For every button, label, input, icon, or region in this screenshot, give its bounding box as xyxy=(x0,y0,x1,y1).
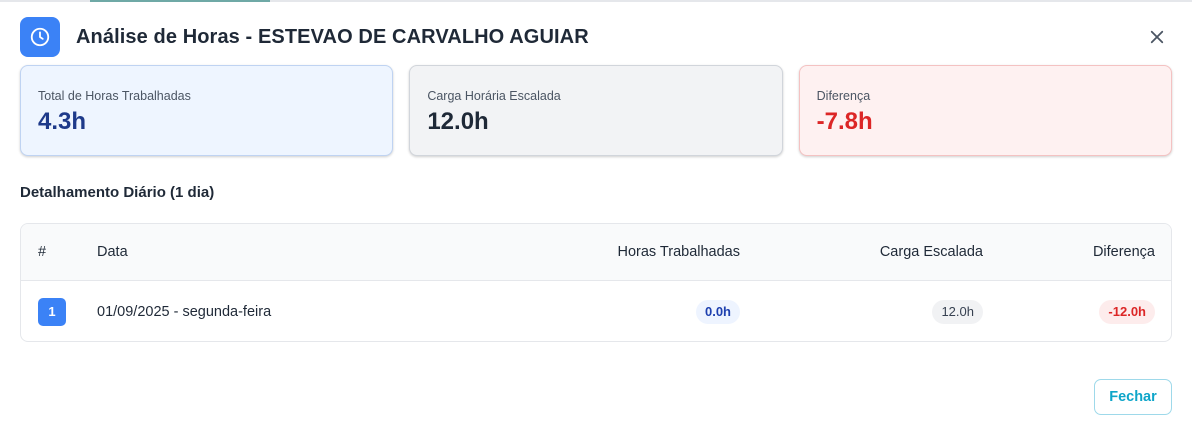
scheduled-hours-card: Carga Horária Escalada 12.0h xyxy=(409,65,783,156)
worked-hours-value: 4.3h xyxy=(38,108,87,135)
row-date: 01/09/2025 - segunda-feira xyxy=(97,303,272,320)
worked-hours-label: Total de Horas Trabalhadas xyxy=(38,89,191,103)
worked-hours-card: Total de Horas Trabalhadas 4.3h xyxy=(20,65,394,156)
table-header: # Data Horas Trabalhadas Carga Escalada … xyxy=(21,224,1171,281)
daily-detail-table: # Data Horas Trabalhadas Carga Escalada … xyxy=(20,223,1172,342)
modal-top-border xyxy=(0,0,1192,2)
close-button[interactable]: Fechar xyxy=(1094,379,1172,415)
row-worked-hours-badge: 0.0h xyxy=(695,299,740,324)
summary-cards: Total de Horas Trabalhadas 4.3h Carga Ho… xyxy=(20,65,1172,156)
table-row: 1 01/09/2025 - segunda-feira 0.0h 12.0h … xyxy=(21,281,1171,341)
row-difference-badge: -12.0h xyxy=(1099,299,1155,324)
close-icon[interactable] xyxy=(1144,24,1170,50)
clock-icon xyxy=(20,17,60,57)
row-number-badge: 1 xyxy=(38,297,66,326)
row-scheduled-hours-badge: 12.0h xyxy=(932,299,983,324)
modal-header: Análise de Horas - ESTEVAO DE CARVALHO A… xyxy=(20,17,1172,57)
difference-label: Diferença xyxy=(816,89,871,103)
difference-card: Diferença -7.8h xyxy=(798,65,1172,156)
difference-value: -7.8h xyxy=(816,108,873,135)
column-header-scheduled: Carga Escalada xyxy=(879,244,983,260)
scheduled-hours-label: Carga Horária Escalada xyxy=(427,89,561,103)
column-header-number: # xyxy=(38,244,47,260)
column-header-difference: Diferença xyxy=(1092,244,1155,260)
column-header-worked: Horas Trabalhadas xyxy=(617,244,740,260)
modal-title: Análise de Horas - ESTEVAO DE CARVALHO A… xyxy=(76,25,589,48)
daily-detail-title: Detalhamento Diário (1 dia) xyxy=(20,184,215,201)
scheduled-hours-value: 12.0h xyxy=(427,108,489,135)
column-header-date: Data xyxy=(97,244,128,260)
